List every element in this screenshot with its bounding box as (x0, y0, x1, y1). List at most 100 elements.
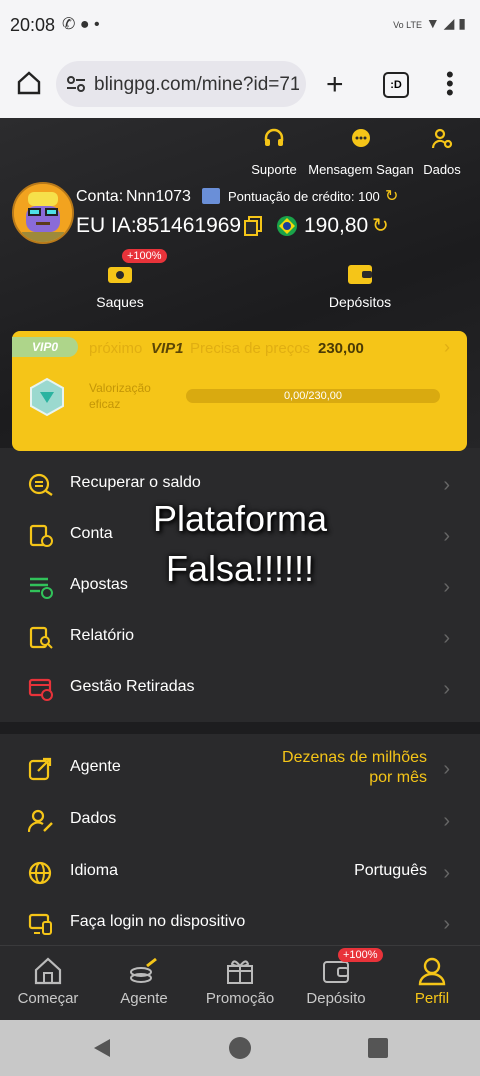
headset-icon (246, 128, 302, 156)
menu-item-agente[interactable]: Agente Dezenas de milhões por mês › (0, 744, 480, 794)
overlay-line-2: Falsa!!!!!! (165, 548, 315, 589)
message-label: Mensagem Sagan (308, 162, 414, 177)
app-content: Suporte Mensagem Sagan Dados Conta: Nnn1… (0, 118, 480, 1020)
tab-label: Depósito (306, 990, 366, 1007)
vip-need-label: Precisa de preços (190, 340, 311, 357)
chat-icon (306, 128, 416, 156)
menu-label: Idioma (70, 862, 119, 879)
devices-icon (28, 912, 54, 936)
account-name: Nnn1073 (126, 188, 191, 205)
tab-comecar[interactable]: Começar (0, 946, 96, 1021)
menu-label: Dados (70, 810, 117, 827)
menu-item-idioma[interactable]: Idioma Português › (0, 848, 480, 898)
vip-card[interactable]: VIP0 próximo VIP1 Precisa de preços 230,… (12, 331, 467, 451)
tab-agente[interactable]: Agente (96, 946, 192, 1021)
profile-icon (417, 956, 447, 986)
deposito-badge: +100% (338, 948, 383, 962)
agente-value-line2: por mês (369, 769, 427, 786)
vip-chevron-icon: › (444, 337, 450, 357)
balance-value: 190,80 (304, 214, 369, 237)
vip-need-value: 230,00 (318, 340, 364, 357)
saques-label: Saques (96, 294, 144, 310)
account-doc-icon (28, 524, 54, 548)
browser-toolbar: blingpg.com/mine?id=71 + :D • • • (0, 52, 480, 118)
recents-icon[interactable] (368, 1038, 388, 1058)
vip-progress-bar: 0,00/230,00 (186, 389, 440, 403)
user-edit-icon (27, 809, 54, 833)
user-id: 851461969 (136, 214, 242, 237)
site-settings-icon[interactable] (66, 75, 86, 98)
chevron-right-icon: › (443, 758, 450, 780)
bottom-nav: Começar Agente Promoção Depósito +100% P… (0, 945, 480, 1021)
menu-item-dados[interactable]: Dados › (0, 796, 480, 846)
support-button[interactable]: Suporte (246, 128, 302, 177)
address-bar[interactable]: blingpg.com/mine?id=71 (56, 61, 306, 107)
chevron-right-icon: › (443, 678, 450, 700)
dados-top-button[interactable]: Dados (420, 128, 464, 177)
vip-next-level: VIP1 (151, 340, 184, 357)
home-icon[interactable] (16, 70, 42, 101)
copy-icon[interactable] (244, 216, 262, 241)
id-label: EU IA: (76, 214, 137, 237)
menu-item-gestao-retiradas[interactable]: Gestão Retiradas › (0, 664, 480, 714)
valor-label-2: eficaz (89, 397, 121, 411)
saques-badge: +100% (122, 249, 167, 263)
brazil-flag-icon (276, 215, 298, 242)
avatar[interactable] (12, 182, 74, 244)
depositos-label: Depósitos (328, 294, 392, 310)
new-tab-icon[interactable]: + (326, 68, 344, 102)
status-time: 20:08 (10, 15, 56, 35)
more-menu-icon[interactable]: • • • (446, 64, 454, 104)
language-value: Português (354, 862, 427, 879)
back-icon[interactable] (92, 1037, 112, 1064)
home-icon (33, 956, 63, 986)
report-icon (28, 626, 54, 650)
credit-score: Pontuação de crédito: 100 (228, 189, 380, 204)
globe-icon (28, 861, 54, 885)
refresh-balance-icon[interactable]: ↻ (372, 213, 389, 238)
network-type: Vo LTE (393, 20, 422, 30)
vip-next-label: próximo (89, 340, 143, 357)
withdraw-icon (106, 262, 134, 286)
overlay-caption: Plataforma Falsa!!!!!! (60, 494, 420, 594)
tab-label: Começar (17, 990, 79, 1007)
refresh-credit-icon[interactable]: ↻ (385, 186, 398, 206)
tab-promocao[interactable]: Promoção (192, 946, 288, 1021)
saques-button[interactable]: Saques (84, 258, 156, 312)
menu-item-login-dispositivo[interactable]: Faça login no dispositivo › (0, 899, 480, 949)
menu-label: Agente (70, 758, 121, 775)
menu-item-relatorio[interactable]: Relatório › (0, 613, 480, 663)
system-nav-bar (0, 1020, 480, 1076)
vip-badge: VIP0 (12, 337, 78, 357)
message-button[interactable]: Mensagem Sagan (306, 128, 416, 177)
share-icon (28, 757, 54, 781)
section-divider (0, 722, 480, 734)
chevron-right-icon: › (443, 627, 450, 649)
chevron-right-icon: › (443, 862, 450, 884)
network-indicator: Vo LTE ▼ ◢ ▮ (393, 15, 466, 31)
vip-progress-text: 0,00/230,00 (283, 390, 343, 402)
diamond-icon (28, 377, 66, 422)
wallet-icon (346, 262, 374, 286)
valor-label-1: Valorização (89, 381, 151, 395)
bets-list-icon (28, 575, 54, 599)
chevron-right-icon: › (443, 474, 450, 496)
support-label: Suporte (251, 162, 297, 177)
notification-icons: ✆ ● • (62, 16, 100, 33)
menu-label: Recuperar o saldo (70, 474, 201, 491)
home-circle-icon[interactable] (229, 1037, 251, 1059)
tab-label: Promoção (205, 990, 275, 1007)
user-gear-icon (420, 128, 464, 156)
menu-label: Relatório (70, 627, 135, 644)
withdraw-card-icon (28, 677, 54, 701)
account-label: Conta: (76, 188, 124, 205)
depositos-button[interactable]: Depósitos (320, 258, 400, 312)
credit-icon (202, 188, 220, 204)
menu-label: Faça login no dispositivo (70, 913, 246, 930)
tab-label: Agente (120, 990, 168, 1007)
chevron-right-icon: › (443, 525, 450, 547)
agente-value-line1: Dezenas de milhões (282, 749, 427, 766)
tab-switcher-icon[interactable]: :D (383, 72, 409, 98)
tab-perfil[interactable]: Perfil (384, 946, 480, 1021)
tab-label: Perfil (414, 990, 450, 1007)
